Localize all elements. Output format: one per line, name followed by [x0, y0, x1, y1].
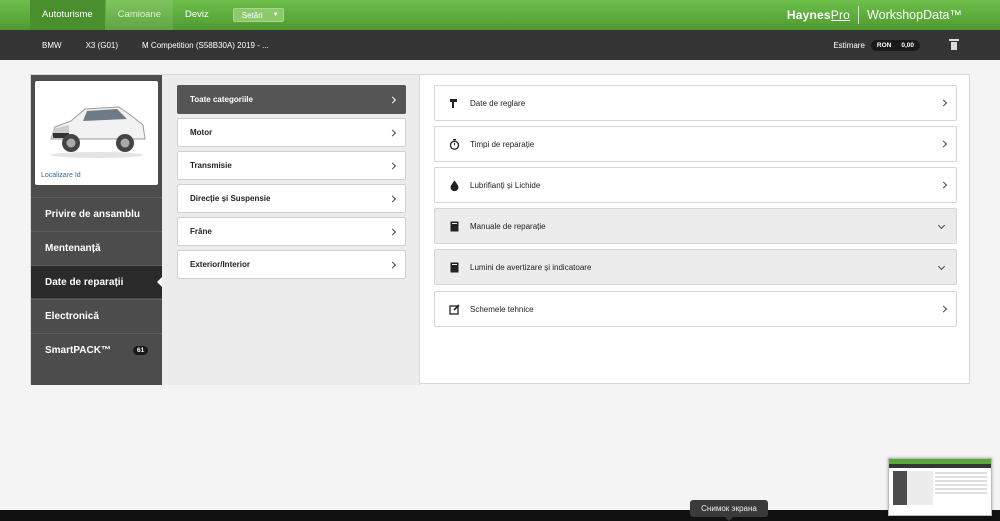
locate-id-link[interactable]: Localizare Id [41, 172, 81, 179]
chevron-right-icon [939, 181, 948, 189]
chevron-right-icon [388, 194, 397, 203]
nav-privire-de-ansamblu[interactable]: Privire de ansamblu [31, 197, 162, 230]
chevron-right-icon [388, 161, 397, 170]
section-label: Date de reglare [470, 98, 526, 108]
category-column: Toate categoriile Motor Transmisie Direc… [162, 75, 420, 385]
section-manuale-de-reparatie[interactable]: Manuale de reparație [434, 208, 957, 244]
caret-down-icon: ▼ [272, 12, 279, 18]
brand-name: HaynesPro [786, 8, 851, 22]
chevron-right-icon [939, 140, 948, 148]
top-nav-bar: Autoturisme Camioane Deviz Setări ▼ Hayn… [0, 0, 1000, 30]
tab-autoturisme[interactable]: Autoturisme [30, 0, 106, 30]
wrench-icon [450, 99, 457, 108]
taskbar [0, 510, 1000, 521]
category-label: Direcție și Suspensie [190, 194, 271, 203]
section-lubrifianti-si-lichide[interactable]: Lubrifianți și Lichide [434, 167, 957, 203]
category-all[interactable]: Toate categoriile [177, 85, 406, 114]
estimate-label: Estimare [833, 40, 865, 50]
sections-column: Date de reglare Timpi de reparație Lubri… [421, 75, 970, 385]
book-icon [450, 221, 459, 232]
estimate[interactable]: Estimare RON 0,00 [833, 30, 920, 60]
book-icon [450, 262, 459, 273]
drop-icon [450, 180, 459, 191]
car-image [50, 106, 146, 158]
tab-camioane[interactable]: Camioane [105, 0, 173, 30]
tab-deviz[interactable]: Deviz [173, 0, 221, 30]
category-frane[interactable]: Frâne [177, 217, 406, 246]
nav-mentenanta[interactable]: Mentenanță [31, 231, 162, 264]
section-label: Manuale de reparație [470, 221, 546, 231]
logo-divider [858, 6, 860, 24]
smartpack-count-badge: 61 [133, 346, 149, 355]
section-lumini-de-avertizare[interactable]: Lumini de avertizare și indicatoare [434, 249, 957, 285]
chevron-right-icon [939, 99, 948, 107]
category-exterior-interior[interactable]: Exterior/Interior [177, 250, 406, 279]
chevron-right-icon [388, 227, 397, 236]
chevron-right-icon [388, 260, 397, 269]
screenshot-thumbnail[interactable] [888, 458, 992, 516]
nav-date-de-reparatii[interactable]: Date de reparații [31, 265, 162, 298]
category-label: Transmisie [190, 161, 232, 170]
section-label: Timpi de reparație [470, 139, 535, 149]
screenshot-tooltip: Снимок экрана [690, 500, 768, 521]
left-nav: Localizare Id Privire de ansamblu Menten… [31, 75, 162, 385]
chevron-down-icon [937, 262, 946, 271]
vehicle-image-box: Localizare Id [35, 81, 158, 185]
currency: RON [876, 41, 892, 49]
section-label: Lumini de avertizare și indicatoare [470, 262, 592, 272]
category-label: Frâne [190, 227, 212, 236]
category-transmisie[interactable]: Transmisie [177, 151, 406, 180]
logo: HaynesPro WorkshopData™ [787, 0, 962, 30]
vehicle-bar: BMW X3 (G01) M Competition (S58B30A) 201… [0, 30, 1000, 60]
estimate-amount: RON 0,00 [870, 39, 920, 51]
edit-icon [449, 304, 460, 315]
section-label: Schemele tehnice [470, 304, 534, 314]
product-name: WorkshopData™ [867, 8, 962, 22]
nav-smartpack-label: SmartPACK™ [45, 344, 111, 356]
category-directie-suspensie[interactable]: Direcție și Suspensie [177, 184, 406, 213]
chevron-right-icon [388, 128, 397, 137]
chevron-right-icon [939, 305, 948, 313]
section-date-de-reglare[interactable]: Date de reglare [434, 85, 957, 121]
chevron-right-icon [388, 95, 397, 104]
category-motor[interactable]: Motor [177, 118, 406, 147]
amount: 0,00 [901, 41, 914, 49]
vehicle-model[interactable]: X3 (G01) [86, 41, 118, 50]
category-label: Exterior/Interior [190, 260, 251, 269]
trash-icon[interactable] [949, 39, 959, 50]
nav-smartpack[interactable]: SmartPACK™ 61 [31, 333, 162, 366]
vehicle-make[interactable]: BMW [42, 41, 62, 50]
nav-electronica[interactable]: Electronică [31, 299, 162, 332]
stopwatch-icon [449, 139, 460, 150]
category-label: Motor [190, 128, 213, 137]
chevron-down-icon [937, 221, 946, 230]
main-card: Localizare Id Privire de ansamblu Menten… [30, 74, 970, 385]
settings-dropdown[interactable]: Setări ▼ [232, 8, 284, 22]
settings-label: Setări [241, 10, 263, 20]
category-label: Toate categoriile [190, 95, 253, 104]
section-timpi-de-reparatie[interactable]: Timpi de reparație [434, 126, 957, 162]
section-label: Lubrifianți și Lichide [470, 180, 541, 190]
vehicle-variant[interactable]: M Competition (S58B30A) 2019 - ... [142, 41, 269, 50]
section-schemele-tehnice[interactable]: Schemele tehnice [434, 291, 957, 327]
